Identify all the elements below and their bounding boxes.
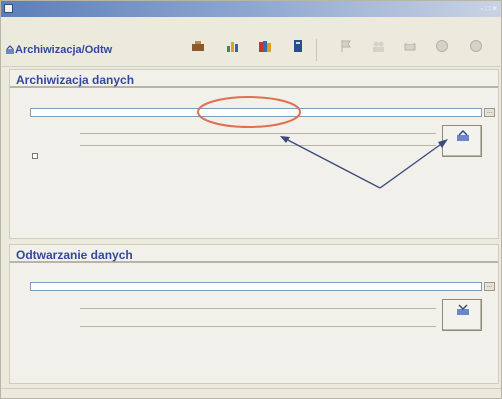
toolbar-title: Archiwizacja/Odtw [15,44,113,56]
restore-row2-line [80,326,436,327]
toolbar-button-1[interactable] [185,37,211,63]
restore-button[interactable] [442,299,482,331]
restore-panel-header: Odtwarzanie danych [10,245,498,263]
folder-browse-icon: ... [486,283,492,289]
books-icon [259,41,271,52]
toolbar-button-disabled-5[interactable] [463,37,489,63]
archive-option-checkbox[interactable] [32,153,38,159]
toolbar-button-disabled-1[interactable] [333,37,359,63]
restore-panel: Odtwarzanie danych ... [9,244,499,384]
restore-row1-line [80,308,436,309]
main-window: - □ × Archiwizacja/Odtw Archiwizacja dan… [0,0,502,399]
toolbar-button-3[interactable] [252,37,278,63]
restore-panel-title: Odtwarzanie danych [16,248,133,262]
archive-row1-line [80,133,436,134]
toolbar-button-disabled-3[interactable] [397,37,423,63]
archive-browse-button[interactable]: ... [484,108,495,117]
help-icon [436,40,448,52]
toolbar-button-2[interactable] [219,37,245,63]
app-icon [4,4,13,13]
toolbar-separator [316,39,317,61]
restore-icon [457,304,469,315]
toolbar: Archiwizacja/Odtw [1,29,501,67]
restore-path-input[interactable] [30,282,482,291]
archive-row2-line [80,145,436,146]
archive-icon [457,130,469,141]
toolbar-button-disabled-4[interactable] [429,37,455,63]
archive-title-icon [6,45,14,54]
toolbar-button-disabled-2[interactable] [365,37,391,63]
archive-panel: Archiwizacja danych ... [9,69,499,239]
restore-browse-button[interactable]: ... [484,282,495,291]
window-controls[interactable]: - □ × [480,4,497,13]
archive-panel-header: Archiwizacja danych [10,70,498,88]
archive-panel-title: Archiwizacja danych [16,73,135,87]
status-bar [1,388,501,398]
toolbox-icon [192,41,204,51]
chart-icon [227,42,238,52]
folder-browse-icon: ... [486,109,492,115]
title-bar[interactable]: - □ × [1,1,501,17]
toolbar-button-4[interactable] [285,37,311,63]
binder-icon [294,40,302,52]
printer-icon [404,41,416,51]
flag-icon [341,40,351,52]
archive-path-input[interactable] [30,108,482,117]
archive-button[interactable] [442,125,482,157]
close-icon [470,40,482,52]
menu-bar [1,17,501,28]
people-icon [373,41,384,52]
